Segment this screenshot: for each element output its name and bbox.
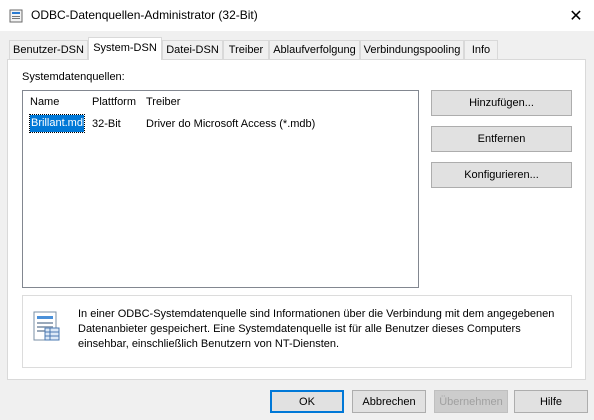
datasource-icon [33,311,60,341]
list-item-name[interactable]: Brillant.mdb [29,114,89,133]
list-item-driver[interactable]: Driver do Microsoft Access (*.mdb) [146,118,315,130]
remove-button[interactable]: Entfernen [431,126,572,152]
window-title: ODBC-Datenquellen-Administrator (32-Bit) [31,8,258,22]
datasource-list[interactable]: Name Plattform Treiber Brillant.mdb 32-B… [22,90,419,288]
column-header-driver[interactable]: Treiber [146,96,180,108]
tab-treiber[interactable]: Treiber [223,40,269,59]
close-button[interactable]: ✕ [558,0,594,31]
add-button[interactable]: Hinzufügen... [431,90,572,116]
tab-datei-dsn[interactable]: Datei-DSN [162,40,223,59]
cancel-button[interactable]: Abbrechen [352,390,426,413]
odbc-app-icon [9,9,23,23]
close-icon: ✕ [569,7,583,25]
column-header-name[interactable]: Name [30,96,59,108]
tab-benutzer-dsn[interactable]: Benutzer-DSN [9,40,88,59]
tab-verbindungspooling[interactable]: Verbindungspooling [360,40,464,59]
tab-info[interactable]: Info [464,40,498,59]
column-header-platform[interactable]: Plattform [92,96,136,108]
list-item-platform[interactable]: 32-Bit [92,118,121,130]
ok-button[interactable]: OK [270,390,344,413]
configure-button[interactable]: Konfigurieren... [431,162,572,188]
info-description: In einer ODBC-Systemdatenquelle sind Inf… [78,308,555,350]
tab-ablaufverfolgung[interactable]: Ablaufverfolgung [269,40,360,59]
system-datasources-label: Systemdatenquellen: [22,71,125,83]
tab-system-dsn[interactable]: System-DSN [88,37,162,60]
apply-button[interactable]: Übernehmen [434,390,508,413]
help-button[interactable]: Hilfe [514,390,588,413]
